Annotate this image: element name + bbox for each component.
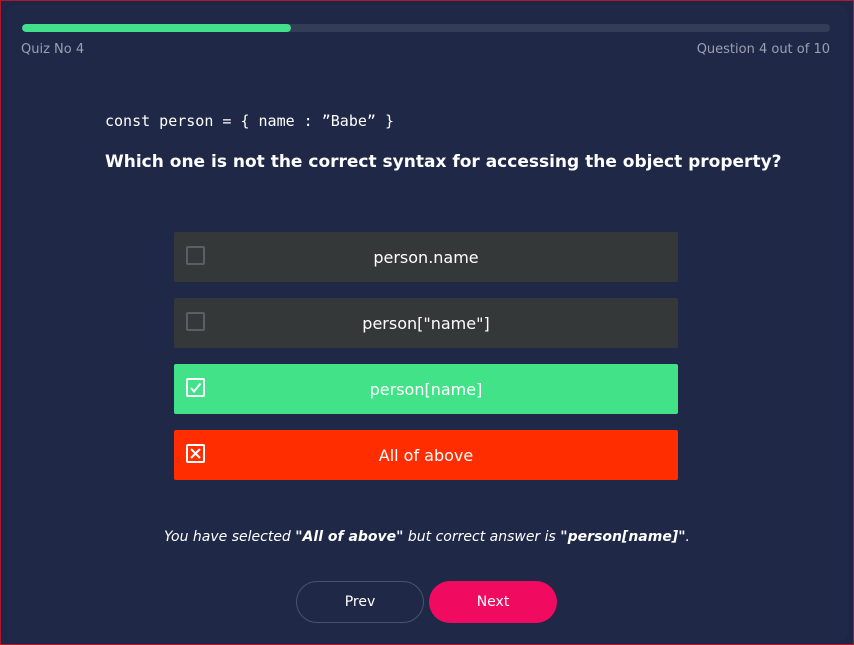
answer-feedback: You have selected "All of above" but cor… <box>0 529 854 545</box>
quiz-label: Quiz No 4 <box>21 42 85 57</box>
option-label: All of above <box>378 445 474 465</box>
question-counter: Question 4 out of 10 <box>696 42 830 57</box>
options-list: person.name person["name"] person[name] … <box>174 232 678 496</box>
progress-fill <box>22 24 292 32</box>
prev-button[interactable]: Prev <box>296 581 424 623</box>
option-3[interactable]: person[name] <box>174 364 678 414</box>
option-label: person[name] <box>369 379 483 399</box>
question-code: const person = { name : ”Babe” } <box>105 112 394 130</box>
feedback-correct: "person[name]" <box>560 529 686 545</box>
option-label: person["name"] <box>362 313 490 333</box>
progress-bar <box>22 24 830 32</box>
option-2[interactable]: person["name"] <box>174 298 678 348</box>
feedback-prefix: You have selected <box>164 529 296 545</box>
question-text: Which one is not the correct syntax for … <box>105 152 782 172</box>
feedback-suffix: . <box>685 529 690 545</box>
feedback-middle: but correct answer is <box>403 529 561 545</box>
feedback-selected: "All of above" <box>295 529 404 545</box>
option-label: person.name <box>373 247 479 267</box>
next-button[interactable]: Next <box>429 581 557 623</box>
option-4[interactable]: All of above <box>174 430 678 480</box>
option-1[interactable]: person.name <box>174 232 678 282</box>
